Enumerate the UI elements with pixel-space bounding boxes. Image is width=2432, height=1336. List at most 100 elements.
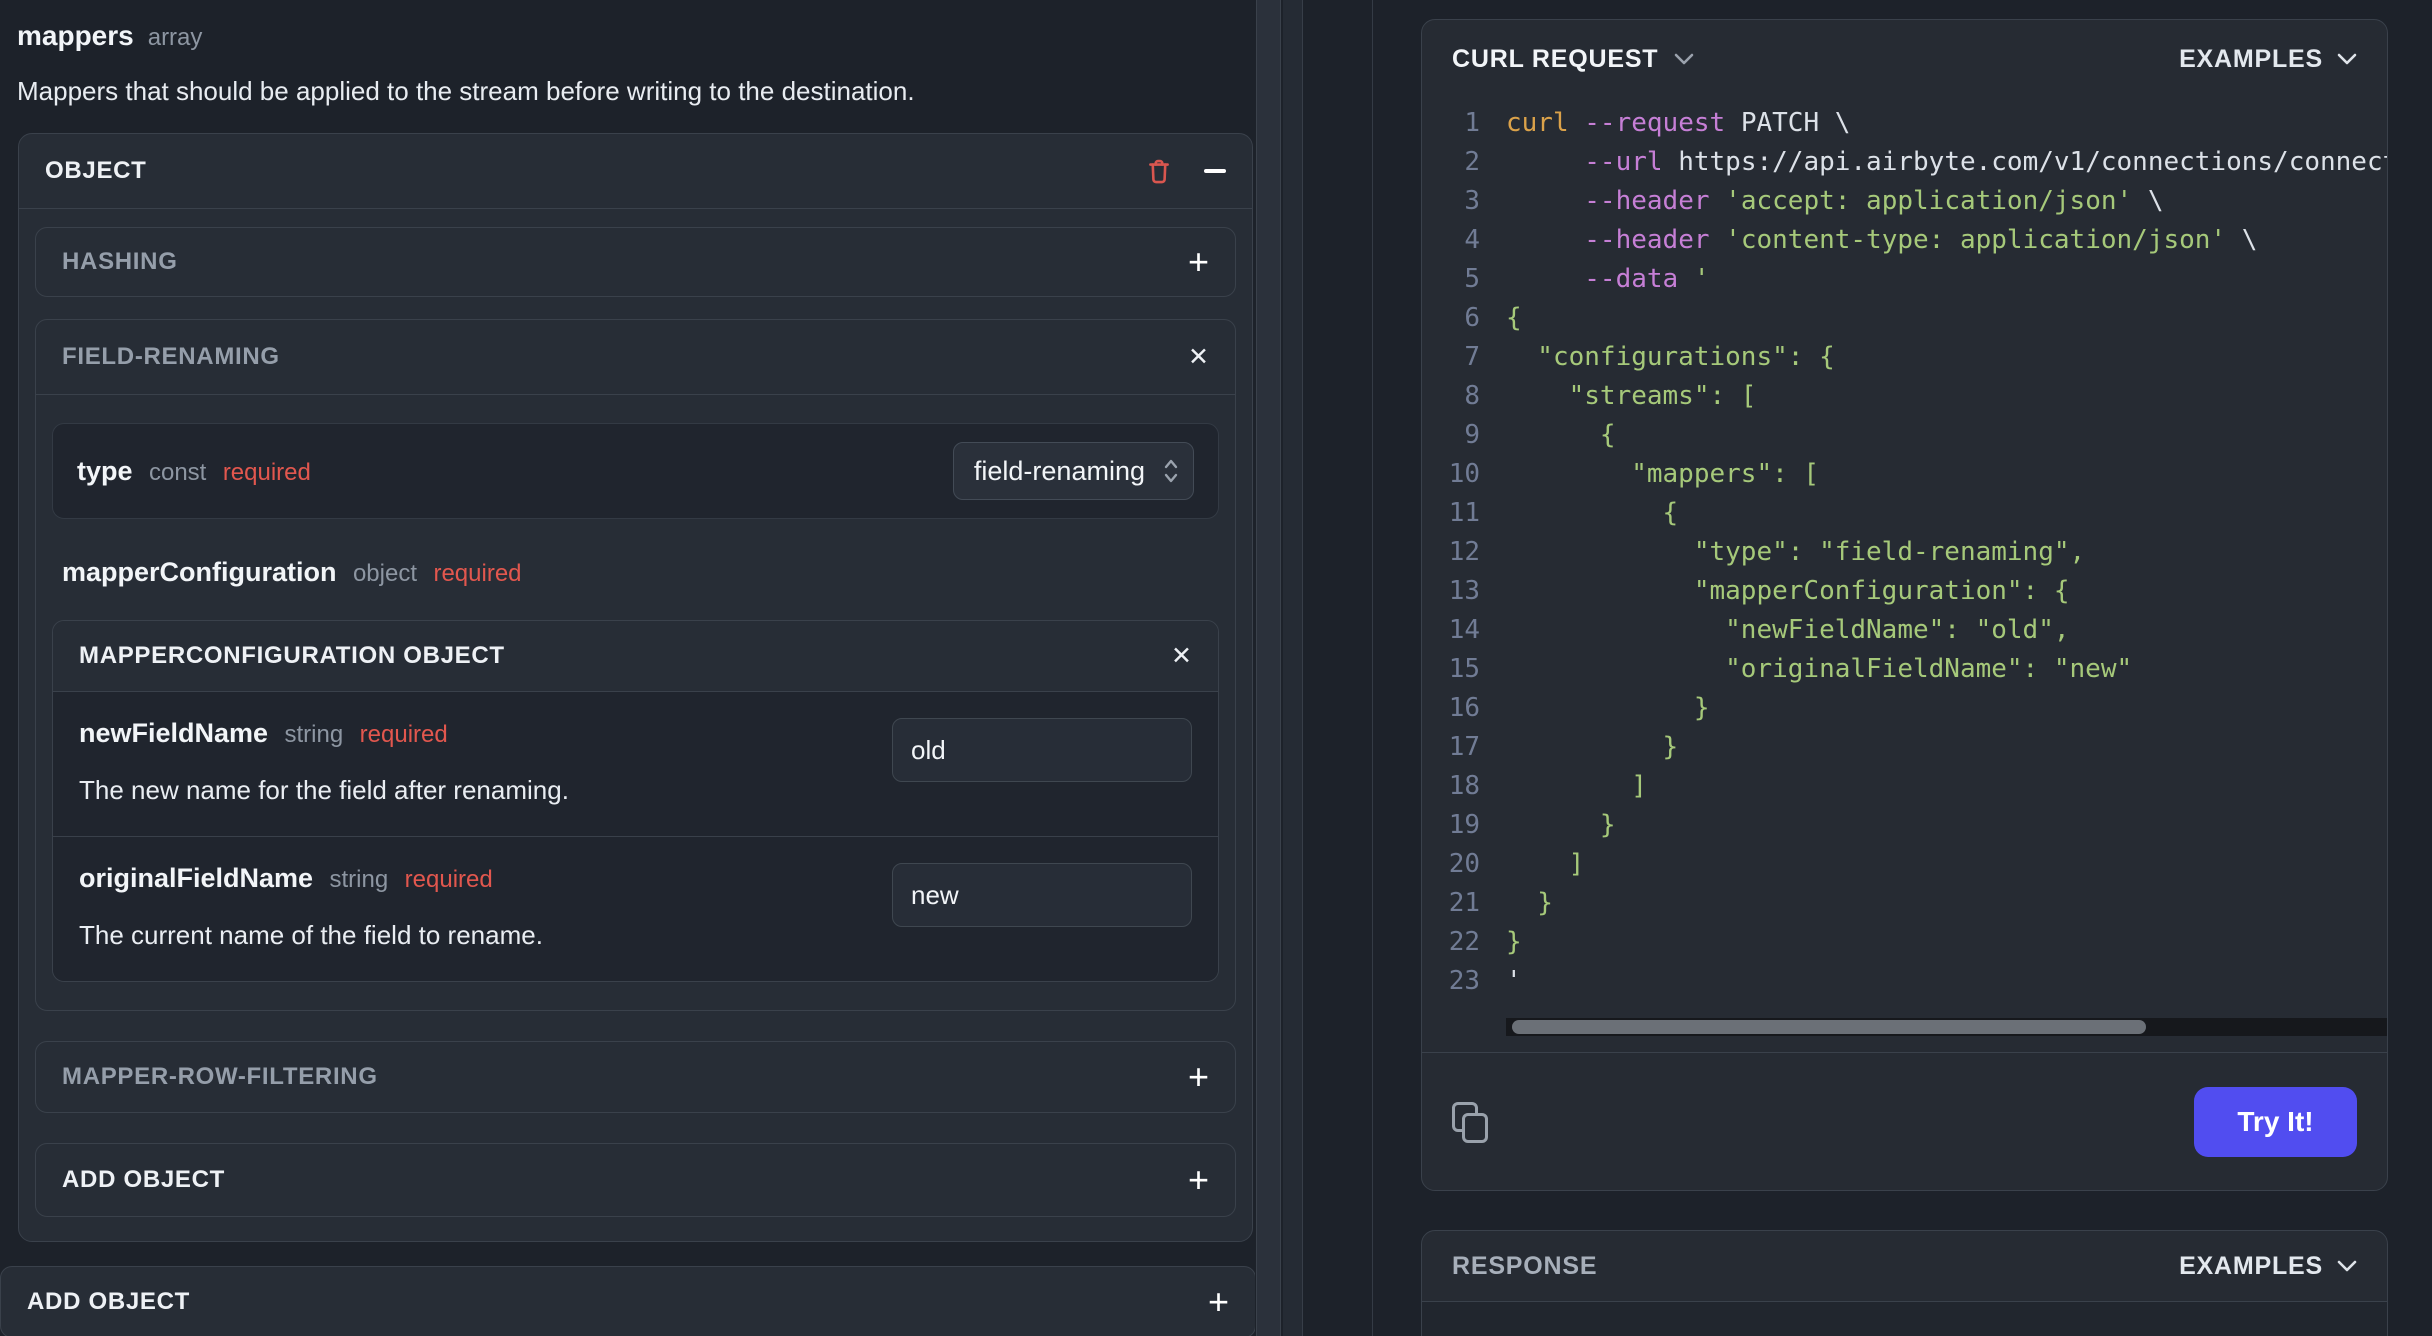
response-examples-label: EXAMPLES [2179, 1251, 2323, 1280]
section-hashing[interactable]: HASHING + [35, 227, 1236, 297]
object-panel-body: HASHING + FIELD-RENAMING ✕ type const re… [19, 209, 1252, 1241]
object-panel-title: OBJECT [45, 157, 147, 184]
line-number: 4 [1464, 225, 1480, 255]
code-line: 20 ] [1422, 845, 2387, 884]
original-field-name-input[interactable] [892, 863, 1192, 927]
field-type-badge: const [148, 458, 207, 486]
curl-request-header: CURL REQUEST EXAMPLES [1422, 20, 2387, 98]
line-number: 13 [1448, 576, 1480, 606]
field-description: The current name of the field to rename. [79, 920, 543, 950]
code-line: 21 } [1422, 884, 2387, 923]
code-line: 10 "mappers": [ [1422, 455, 2387, 494]
plus-icon: + [1187, 241, 1209, 282]
code-line: 3 --header 'accept: application/json' \ [1422, 182, 2387, 221]
field-type-badge: string [329, 866, 389, 893]
line-number: 20 [1448, 849, 1480, 879]
chevron-down-icon [2337, 53, 2357, 65]
column-divider-line [1372, 0, 1373, 1336]
object-panel: OBJECT HASHING + FIELD-RENAMING ✕ type c… [18, 133, 1253, 1242]
line-number: 6 [1464, 303, 1480, 333]
object-panel-header: OBJECT [19, 134, 1252, 209]
scrollbar-thumb[interactable] [1512, 1020, 2147, 1034]
close-icon: ✕ [1188, 342, 1209, 371]
plus-icon: + [1187, 1159, 1209, 1200]
line-number: 21 [1448, 888, 1480, 918]
plus-icon: + [1187, 1056, 1209, 1097]
code-line: 6{ [1422, 299, 2387, 338]
request-examples-label: EXAMPLES [2179, 44, 2323, 73]
try-it-button[interactable]: Try It! [2194, 1086, 2357, 1157]
line-number: 8 [1464, 381, 1480, 411]
request-examples-dropdown[interactable]: EXAMPLES [2179, 45, 2357, 74]
line-number: 5 [1464, 264, 1480, 294]
required-badge: required [404, 866, 493, 893]
property-description: Mappers that should be applied to the st… [17, 76, 915, 106]
section-field-renaming: FIELD-RENAMING ✕ type const required fie… [35, 319, 1236, 1011]
line-number: 18 [1448, 771, 1480, 801]
code-line: 2 --url https://api.airbyte.com/v1/conne… [1422, 143, 2387, 182]
line-number: 22 [1448, 927, 1480, 957]
line-number: 10 [1448, 459, 1480, 489]
field-name-line: originalFieldName string required [79, 863, 543, 894]
response-examples-dropdown[interactable]: EXAMPLES [2179, 1252, 2357, 1281]
code-line: 11 { [1422, 494, 2387, 533]
code-line: 15 "originalFieldName": "new" [1422, 650, 2387, 689]
type-field-card: type const required field-renaming [52, 423, 1219, 519]
add-object-outer-label: ADD OBJECT [27, 1288, 191, 1315]
type-select[interactable]: field-renaming [952, 442, 1194, 500]
property-type-badge: array [147, 24, 203, 51]
response-body [1422, 1301, 2387, 1336]
delete-object-button[interactable] [1146, 157, 1172, 185]
required-badge: required [433, 560, 522, 587]
section-field-renaming-header[interactable]: FIELD-RENAMING ✕ [36, 320, 1235, 395]
curl-request-footer: Try It! [1422, 1052, 2387, 1190]
original-field-name-main: originalFieldName string required The cu… [79, 863, 543, 951]
mapper-configuration-panel-header[interactable]: MAPPERCONFIGURATION OBJECT ✕ [53, 621, 1218, 692]
add-object-inner-button[interactable]: ADD OBJECT + [35, 1143, 1236, 1217]
response-panel: RESPONSE EXAMPLES [1421, 1230, 2388, 1336]
line-number: 11 [1448, 498, 1480, 528]
left-column-scrollbar[interactable] [1256, 0, 1281, 1336]
code-line: 23 ' [1422, 962, 2387, 1001]
code-line: 16 } [1422, 689, 2387, 728]
field-name: type [77, 455, 133, 486]
trash-icon [1149, 159, 1169, 184]
remove-field-renaming-button[interactable]: ✕ [1188, 342, 1209, 371]
type-field-labels: type const required [77, 456, 311, 487]
new-field-name-input[interactable] [892, 718, 1192, 782]
column-divider-band [1283, 0, 1303, 1336]
response-header: RESPONSE EXAMPLES [1422, 1231, 2387, 1301]
code-line: 17 } [1422, 728, 2387, 767]
code-line: 19 } [1422, 806, 2387, 845]
code-line: 22} [1422, 923, 2387, 962]
field-name: newFieldName [79, 718, 269, 748]
field-name: originalFieldName [79, 863, 314, 893]
code-line: 12 "type": "field-renaming", [1422, 533, 2387, 572]
type-select-value: field-renaming [973, 455, 1145, 486]
line-number: 1 [1464, 108, 1480, 138]
section-mapper-row-filtering[interactable]: MAPPER-ROW-FILTERING + [35, 1041, 1236, 1113]
code-line: 14 "newFieldName": "old", [1422, 611, 2387, 650]
close-icon: ✕ [1171, 641, 1192, 670]
chevron-down-icon [1675, 53, 1694, 65]
new-field-name-row: newFieldName string required The new nam… [53, 692, 1218, 836]
field-name-line: newFieldName string required [79, 718, 569, 749]
line-number: 3 [1464, 186, 1480, 216]
field-description: The new name for the field after renamin… [79, 775, 569, 805]
section-field-renaming-title: FIELD-RENAMING [62, 343, 280, 370]
remove-mapper-configuration-button[interactable]: ✕ [1171, 641, 1192, 670]
add-object-outer-button[interactable]: ADD OBJECT + [0, 1266, 1255, 1336]
response-title: RESPONSE [1452, 1251, 1598, 1280]
field-name: mapperConfiguration [62, 557, 337, 587]
new-field-name-main: newFieldName string required The new nam… [79, 718, 569, 806]
curl-request-dropdown[interactable]: CURL REQUEST [1452, 45, 1694, 74]
plus-icon: + [1207, 1281, 1229, 1322]
copy-code-button[interactable] [1452, 1101, 1488, 1143]
code-line: 9 { [1422, 416, 2387, 455]
collapse-object-button[interactable] [1204, 169, 1226, 173]
line-number: 19 [1448, 810, 1480, 840]
line-number: 16 [1448, 693, 1480, 723]
code-horizontal-scrollbar[interactable] [1506, 1018, 2387, 1036]
line-number: 14 [1448, 615, 1480, 645]
property-name: mappers [17, 20, 134, 51]
